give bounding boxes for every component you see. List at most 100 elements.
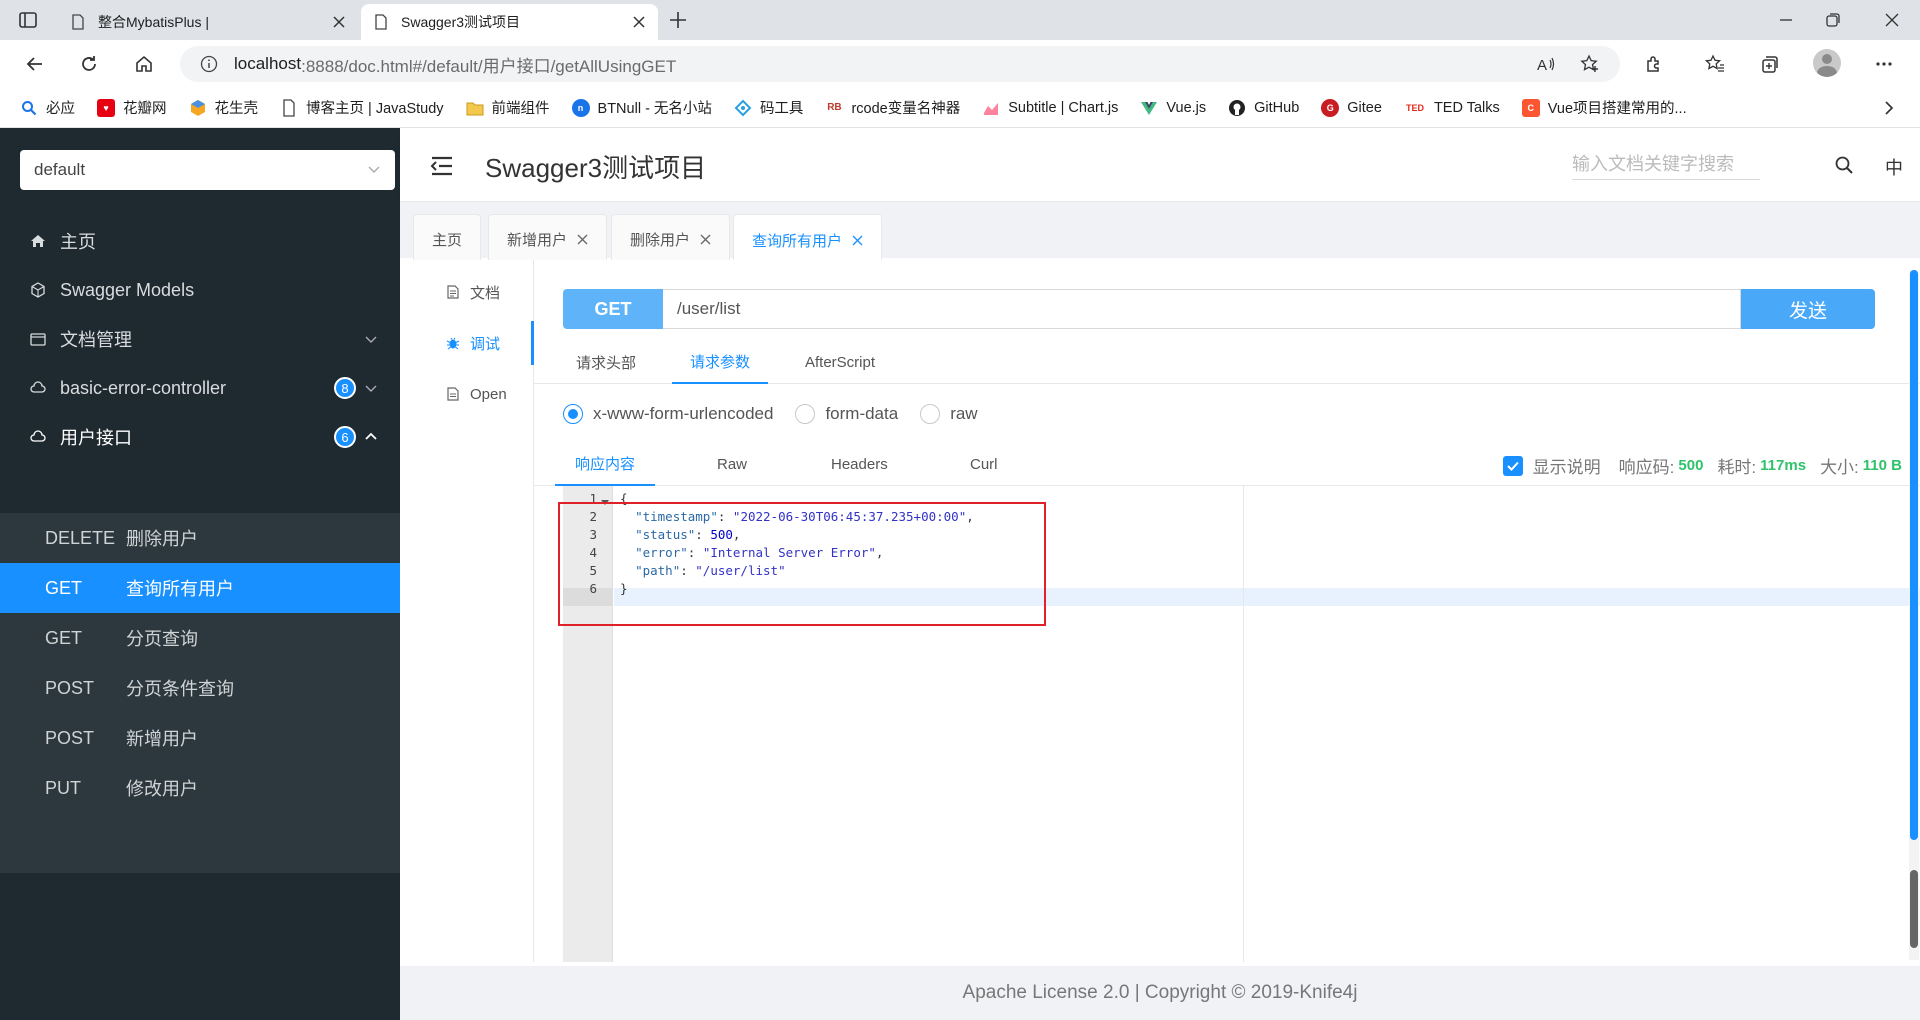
bookmark-huashengke[interactable]: 花生壳 [189, 97, 258, 118]
close-icon[interactable] [332, 15, 346, 29]
scrollbar-thumb[interactable] [1910, 270, 1918, 840]
close-icon[interactable] [577, 234, 588, 245]
home-icon[interactable] [134, 54, 154, 74]
minimize-icon[interactable] [1778, 12, 1794, 28]
tab-after-script[interactable]: AfterScript [805, 340, 875, 384]
size-label: 大小: [1820, 458, 1859, 477]
search-input[interactable] [1572, 150, 1760, 180]
bookmark-rcode[interactable]: RB rcode变量名神器 [825, 97, 960, 118]
http-method: POST [45, 677, 95, 698]
search-icon[interactable] [1834, 155, 1854, 175]
method-select[interactable]: GET [563, 289, 663, 329]
url-host: localhost [234, 54, 302, 73]
back-icon[interactable] [25, 54, 45, 74]
http-method: PUT [45, 777, 81, 798]
radio-label: x-www-form-urlencoded [593, 404, 774, 423]
show-desc-checkbox[interactable] [1502, 455, 1523, 476]
info-icon[interactable] [200, 55, 218, 73]
nav-open[interactable]: Open [410, 372, 534, 416]
doc-tab-delete-user[interactable]: 删除用户 [611, 214, 731, 264]
radio-circle [795, 404, 816, 424]
bookmark-chartjs[interactable]: Subtitle | Chart.js [982, 99, 1118, 117]
group-select[interactable]: default [20, 150, 395, 190]
count-badge: 6 [334, 426, 356, 448]
nav-label: 文档 [470, 284, 501, 302]
bookmark-bing[interactable]: 必应 [20, 97, 75, 118]
language-toggle[interactable]: 中 [1885, 154, 1903, 180]
scrollbar[interactable] [1909, 270, 1919, 960]
read-aloud-icon[interactable]: A [1536, 54, 1556, 74]
browser-tab-mybatis[interactable]: 整合MybatisPlus | [58, 4, 358, 40]
close-window-icon[interactable] [1884, 12, 1900, 28]
folder-icon [466, 102, 484, 115]
check-icon [1506, 461, 1519, 471]
send-button[interactable]: 发送 [1741, 289, 1875, 329]
add-favorite-icon[interactable] [1580, 54, 1600, 74]
bookmark-label: 前端组件 [491, 101, 550, 117]
api-item-page-query[interactable]: GET 分页查询 [0, 613, 400, 663]
nav-debug[interactable]: 调试 [410, 321, 534, 365]
api-item-get-all-users[interactable]: GET 查询所有用户 [0, 563, 400, 613]
tab-request-headers[interactable]: 请求头部 [576, 340, 636, 384]
highlight-box [558, 502, 1046, 626]
browser-tab-swagger[interactable]: Swagger3测试项目 [361, 4, 658, 40]
doc-tab-get-all-users[interactable]: 查询所有用户 [733, 214, 883, 265]
radio-form-data[interactable]: form-data [795, 404, 898, 424]
api-item-page-condition-query[interactable]: POST 分页条件查询 [0, 663, 400, 713]
restore-icon[interactable] [1825, 12, 1841, 28]
github-icon [1229, 99, 1246, 116]
chartjs-icon [984, 102, 999, 115]
bookmark-label: Vue项目搭建常用的... [1547, 101, 1687, 117]
bookmark-btnull[interactable]: n BTNull - 无名小站 [571, 97, 712, 118]
nav-doc[interactable]: 文档 [410, 270, 534, 314]
doc-tab-add-user[interactable]: 新增用户 [488, 214, 608, 264]
bookmark-gitee[interactable]: G Gitee [1321, 98, 1382, 117]
tab-response-headers[interactable]: Headers [831, 443, 888, 486]
http-method: POST [45, 727, 95, 748]
response-tabs: 响应内容 Raw Headers Curl 显示说明 响应码: 500 耗时: … [534, 443, 1920, 486]
nav-label: Open [470, 385, 507, 403]
menu-fold-icon[interactable] [430, 155, 454, 177]
extensions-icon[interactable] [1644, 54, 1664, 74]
favorites-icon[interactable] [1705, 54, 1725, 74]
api-item-delete-user[interactable]: DELETE 删除用户 [0, 513, 400, 563]
request-url-input[interactable]: /user/list [663, 289, 1741, 329]
menu-item-user-api[interactable]: 用户接口 6 [0, 407, 400, 467]
page-icon [375, 14, 387, 30]
chevron-right-icon[interactable] [1880, 99, 1898, 117]
more-options-icon[interactable] [1874, 54, 1894, 74]
bookmark-vue[interactable]: Vue.js [1140, 99, 1206, 117]
api-item-add-user[interactable]: POST 新增用户 [0, 713, 400, 763]
close-icon[interactable] [700, 234, 711, 245]
tab-request-params[interactable]: 请求参数 [672, 340, 769, 384]
new-tab-icon[interactable] [668, 10, 688, 30]
close-icon[interactable] [632, 15, 646, 29]
api-item-update-user[interactable]: PUT 修改用户 [0, 763, 400, 813]
profile-avatar[interactable] [1813, 49, 1841, 77]
bookmark-blog[interactable]: 博客主页 | JavaStudy [280, 97, 444, 118]
close-icon[interactable] [852, 235, 863, 246]
radio-urlencoded[interactable]: x-www-form-urlencoded [563, 404, 773, 424]
api-name: 查询所有用户 [126, 579, 234, 599]
bookmark-code-tools[interactable]: 码工具 [734, 97, 803, 118]
bookmark-ted[interactable]: TED TED Talks [1404, 99, 1500, 117]
tab-actions-icon[interactable] [18, 10, 38, 30]
bookmark-label: rcode变量名神器 [851, 101, 961, 117]
tab-response-raw[interactable]: Raw [717, 443, 747, 486]
cloud-icon [30, 430, 46, 442]
bookmark-github[interactable]: GitHub [1228, 99, 1299, 117]
refresh-icon[interactable] [79, 54, 99, 74]
doc-tab-home[interactable]: 主页 [413, 214, 482, 264]
tab-response-curl[interactable]: Curl [970, 443, 998, 486]
bookmark-huaban[interactable]: ♥ 花瓣网 [97, 97, 167, 118]
menu-item-label: basic-error-controller [60, 377, 227, 398]
bookmark-vue-setup[interactable]: C Vue项目搭建常用的... [1521, 97, 1687, 118]
bookmark-frontend-components[interactable]: 前端组件 [466, 97, 550, 118]
body-type-radios: x-www-form-urlencoded form-data raw [563, 402, 1000, 426]
url-field[interactable]: localhost:8888/doc.html#/default/用户接口/ge… [180, 46, 1620, 82]
tab-response-content[interactable]: 响应内容 [555, 443, 656, 486]
scrollbar-thumb-secondary[interactable] [1910, 870, 1918, 948]
huaban-icon: ♥ [97, 98, 115, 117]
radio-raw[interactable]: raw [920, 404, 978, 424]
collections-icon[interactable] [1760, 54, 1780, 74]
